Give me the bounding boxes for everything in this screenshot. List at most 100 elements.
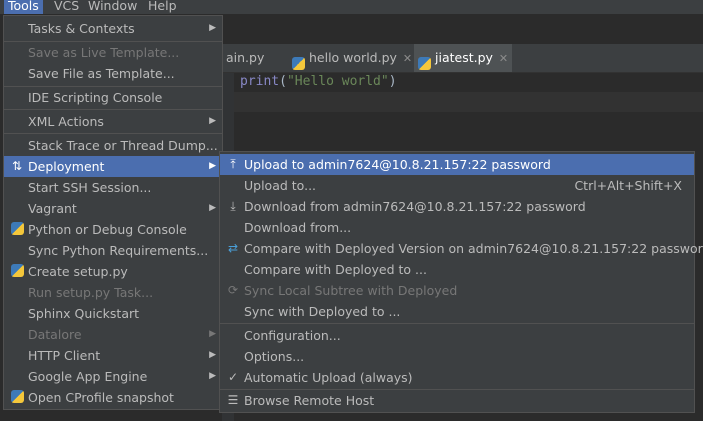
menu-item-label: Options... (244, 349, 305, 364)
menu-item-label: Compare with Deployed to ... (244, 262, 427, 277)
submenu-arrow-icon: ▶ (209, 350, 216, 360)
menu-window[interactable]: Window (84, 0, 141, 14)
close-tab-icon[interactable]: ✕ (499, 52, 508, 65)
menu-item-datalore[interactable]: Datalore ▶ (4, 324, 222, 345)
menu-item-sync-deployed-to[interactable]: Sync with Deployed to ... (220, 301, 694, 322)
menu-item-label: Sync Local Subtree with Deployed (244, 283, 458, 298)
menu-item-sync-python-req[interactable]: Sync Python Requirements... (4, 240, 222, 261)
menu-item-python-console[interactable]: Python or Debug Console (4, 219, 222, 240)
code-paren: ( (279, 74, 287, 89)
menu-item-tasks-contexts[interactable]: Tasks & Contexts ▶ (4, 18, 222, 39)
tab-label: hello world.py (309, 50, 397, 65)
menu-item-label: Google App Engine (28, 369, 148, 384)
menu-item-label: Upload to... (244, 178, 317, 193)
menu-item-label: Browse Remote Host (244, 393, 375, 408)
menu-item-label: Tasks & Contexts (28, 21, 135, 36)
menu-item-automatic-upload[interactable]: ✓ Automatic Upload (always) (220, 367, 694, 388)
menu-item-options[interactable]: Options... (220, 346, 694, 367)
menu-item-label: Sync with Deployed to ... (244, 304, 401, 319)
menu-vcs[interactable]: VCS (50, 0, 83, 14)
menu-item-upload-to-host[interactable]: ⤒ Upload to admin7624@10.8.21.157:22 pas… (220, 154, 694, 175)
python-icon (9, 390, 25, 405)
menu-item-compare-deployed-to[interactable]: Compare with Deployed to ... (220, 259, 694, 280)
submenu-arrow-icon: ▶ (209, 23, 216, 33)
menu-item-open-cprofile[interactable]: Open CProfile snapshot (4, 387, 222, 408)
menu-help[interactable]: Help (144, 0, 181, 14)
menu-item-configuration[interactable]: Configuration... (220, 325, 694, 346)
tab-label: jiatest.py (435, 50, 493, 65)
shortcut-label: Ctrl+Alt+Shift+X (574, 178, 682, 193)
submenu-arrow-icon: ▶ (209, 161, 216, 171)
menu-separator (220, 323, 694, 324)
checkmark-icon: ✓ (227, 370, 239, 384)
code-function: print (240, 74, 280, 89)
tab-hello-world-py[interactable]: hello world.py ✕ (288, 44, 414, 72)
submenu-arrow-icon: ▶ (209, 203, 216, 213)
menu-item-label: Upload to admin7624@10.8.21.157:22 passw… (244, 157, 551, 172)
tools-menu: Tasks & Contexts ▶ Save as Live Template… (3, 15, 223, 410)
menu-bar: Tools VCS Window Help (0, 0, 703, 14)
menu-tools[interactable]: Tools (4, 0, 43, 14)
submenu-arrow-icon: ▶ (209, 371, 216, 381)
editor-tab-bar: ain.py hello world.py ✕ jiatest.py ✕ (222, 44, 703, 73)
menu-item-http-client[interactable]: HTTP Client ▶ (4, 345, 222, 366)
menu-item-label: Python or Debug Console (28, 222, 187, 237)
menu-item-ide-scripting-console[interactable]: IDE Scripting Console (4, 87, 222, 108)
sync-icon: ⟳ (227, 283, 239, 297)
close-tab-icon[interactable]: ✕ (403, 52, 412, 65)
menu-item-create-setup[interactable]: Create setup.py (4, 261, 222, 282)
menu-separator (4, 133, 222, 134)
menu-item-start-ssh[interactable]: Start SSH Session... (4, 177, 222, 198)
download-icon: ⤓ (230, 199, 236, 213)
deployment-icon: ⇅ (11, 159, 23, 173)
menu-item-label: Automatic Upload (always) (244, 370, 413, 385)
tab-label: ain.py (226, 50, 265, 65)
menu-item-vagrant[interactable]: Vagrant ▶ (4, 198, 222, 219)
menu-item-stack-trace[interactable]: Stack Trace or Thread Dump... (4, 135, 222, 156)
menu-item-label: Create setup.py (28, 264, 128, 279)
code-paren: ) (388, 74, 397, 89)
menu-item-upload-to[interactable]: Upload to... Ctrl+Alt+Shift+X (220, 175, 694, 196)
menu-item-sphinx[interactable]: Sphinx Quickstart (4, 303, 222, 324)
tab-jiatest-py[interactable]: jiatest.py ✕ (414, 44, 512, 72)
menu-item-label: Download from... (244, 220, 352, 235)
menu-item-download-from-host[interactable]: ⤓ Download from admin7624@10.8.21.157:22… (220, 196, 694, 217)
python-icon (9, 264, 25, 279)
menu-item-label: Datalore (28, 327, 82, 342)
menu-item-deployment[interactable]: ⇅ Deployment ▶ (4, 156, 222, 177)
menu-item-label: Run setup.py Task... (28, 285, 154, 300)
menu-item-download-from[interactable]: Download from... (220, 217, 694, 238)
menu-item-run-setup[interactable]: Run setup.py Task... (4, 282, 222, 303)
menu-item-save-file-template[interactable]: Save File as Template... (4, 63, 222, 84)
compare-icon: ⇄ (227, 241, 239, 255)
menu-item-compare-deployed-host[interactable]: ⇄ Compare with Deployed Version on admin… (220, 238, 703, 259)
menu-item-google-app-engine[interactable]: Google App Engine ▶ (4, 366, 222, 387)
menu-item-label: Configuration... (244, 328, 341, 343)
menu-item-label: Save as Live Template... (28, 45, 180, 60)
submenu-arrow-icon: ▶ (209, 329, 216, 339)
caret-line-highlight (234, 92, 703, 112)
menu-item-label: Start SSH Session... (28, 180, 152, 195)
menu-item-label: Sphinx Quickstart (28, 306, 140, 321)
menu-item-label: IDE Scripting Console (28, 90, 163, 105)
menu-item-save-live-template[interactable]: Save as Live Template... (4, 42, 222, 63)
menu-item-xml-actions[interactable]: XML Actions ▶ (4, 111, 222, 132)
menu-separator (4, 109, 222, 110)
menu-item-label: Download from admin7624@10.8.21.157:22 p… (244, 199, 586, 214)
menu-item-browse-remote-host[interactable]: ☰ Browse Remote Host (220, 390, 694, 411)
python-file-icon (292, 52, 305, 70)
menu-item-label: HTTP Client (28, 348, 101, 363)
python-file-icon (418, 52, 431, 70)
server-icon: ☰ (227, 393, 239, 407)
menu-item-label: Open CProfile snapshot (28, 390, 174, 405)
upload-icon: ⤒ (230, 157, 236, 171)
menu-item-label: Compare with Deployed Version on admin76… (244, 241, 703, 256)
submenu-arrow-icon: ▶ (209, 116, 216, 126)
menu-item-sync-local-subtree[interactable]: ⟳ Sync Local Subtree with Deployed (220, 280, 694, 301)
menu-item-label: Deployment (28, 159, 105, 174)
menu-item-label: Save File as Template... (28, 66, 175, 81)
python-icon (9, 222, 25, 237)
code-line: print("Hello world") (240, 73, 397, 91)
menu-item-label: Vagrant (28, 201, 77, 216)
tab-main-py[interactable]: ain.py (222, 44, 284, 72)
